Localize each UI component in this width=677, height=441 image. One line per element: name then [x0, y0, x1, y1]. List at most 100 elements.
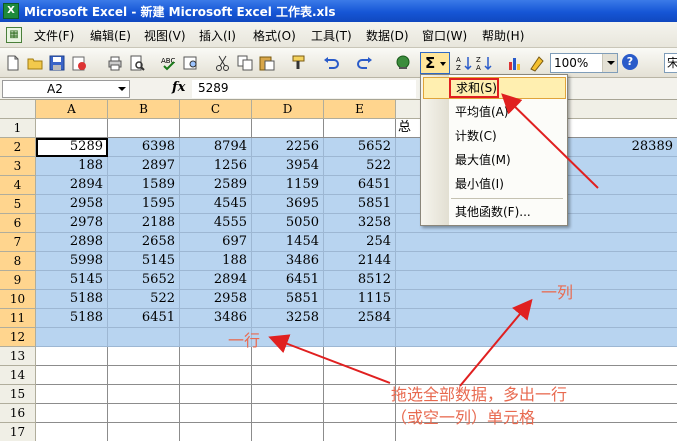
cell[interactable]: [396, 271, 677, 290]
cell[interactable]: [180, 366, 252, 385]
cell[interactable]: [324, 423, 396, 441]
active-cell[interactable]: 5289: [36, 138, 108, 157]
cell[interactable]: 8794: [180, 138, 252, 157]
permission-icon[interactable]: [70, 54, 88, 72]
hyperlink-icon[interactable]: [394, 54, 412, 72]
cell[interactable]: [180, 404, 252, 423]
cell[interactable]: [324, 347, 396, 366]
cell[interactable]: 1256: [180, 157, 252, 176]
cell[interactable]: [180, 423, 252, 441]
cell[interactable]: 5188: [36, 309, 108, 328]
cell[interactable]: 4545: [180, 195, 252, 214]
autosum-button[interactable]: Σ: [420, 52, 450, 74]
cell[interactable]: 3486: [180, 309, 252, 328]
copy-icon[interactable]: [236, 54, 254, 72]
cell[interactable]: 2144: [324, 252, 396, 271]
name-box[interactable]: A2: [2, 80, 130, 98]
cell[interactable]: [36, 385, 108, 404]
cell[interactable]: 522: [324, 157, 396, 176]
column-header[interactable]: A: [36, 100, 108, 119]
cell[interactable]: [324, 328, 396, 347]
menu-item-max[interactable]: 最大值(M): [423, 149, 566, 171]
cell[interactable]: 2894: [180, 271, 252, 290]
cell[interactable]: 188: [36, 157, 108, 176]
menu-format[interactable]: 格式(O): [253, 27, 296, 44]
cell[interactable]: [108, 328, 180, 347]
cell[interactable]: 6398: [108, 138, 180, 157]
cell[interactable]: 5145: [108, 252, 180, 271]
row-header[interactable]: 16: [0, 404, 36, 423]
row-header[interactable]: 6: [0, 214, 36, 233]
row-header[interactable]: 5: [0, 195, 36, 214]
cell[interactable]: 1159: [252, 176, 324, 195]
cell[interactable]: [252, 328, 324, 347]
cell[interactable]: [324, 366, 396, 385]
cell[interactable]: [180, 385, 252, 404]
workbook-icon[interactable]: ▦: [6, 27, 22, 43]
cell[interactable]: 2894: [36, 176, 108, 195]
cell[interactable]: 5652: [324, 138, 396, 157]
cell[interactable]: [252, 119, 324, 138]
row-header[interactable]: 8: [0, 252, 36, 271]
column-header[interactable]: C: [180, 100, 252, 119]
menu-insert[interactable]: 插入(I): [199, 27, 236, 44]
cell[interactable]: 2897: [108, 157, 180, 176]
print-preview-icon[interactable]: [128, 54, 146, 72]
cell[interactable]: [396, 347, 677, 366]
cell[interactable]: [36, 404, 108, 423]
zoom-select[interactable]: 100%: [550, 53, 618, 73]
cell[interactable]: [36, 366, 108, 385]
cell[interactable]: 5851: [252, 290, 324, 309]
cell[interactable]: 3258: [324, 214, 396, 233]
cell[interactable]: [108, 366, 180, 385]
row-header[interactable]: 10: [0, 290, 36, 309]
open-folder-icon[interactable]: [26, 54, 44, 72]
cell[interactable]: 2978: [36, 214, 108, 233]
menu-item-count[interactable]: 计数(C): [423, 125, 566, 147]
cell[interactable]: 8512: [324, 271, 396, 290]
cell[interactable]: [324, 385, 396, 404]
menu-item-more-functions[interactable]: 其他函数(F)...: [423, 201, 566, 223]
cell[interactable]: 2589: [180, 176, 252, 195]
cell[interactable]: 522: [108, 290, 180, 309]
row-header[interactable]: 11: [0, 309, 36, 328]
formula-input[interactable]: 5289: [192, 80, 416, 98]
chevron-down-icon[interactable]: [115, 81, 129, 97]
chart-wizard-icon[interactable]: [506, 54, 524, 72]
menu-edit[interactable]: 编辑(E): [90, 27, 131, 44]
row-header[interactable]: 7: [0, 233, 36, 252]
chevron-down-icon[interactable]: [440, 62, 446, 66]
menu-help[interactable]: 帮助(H): [482, 27, 524, 44]
cell[interactable]: [36, 328, 108, 347]
sort-ascending-icon[interactable]: AZ: [456, 54, 474, 72]
sort-descending-icon[interactable]: ZA: [476, 54, 494, 72]
cell[interactable]: 254: [324, 233, 396, 252]
cell[interactable]: 3486: [252, 252, 324, 271]
cell[interactable]: 3954: [252, 157, 324, 176]
cell[interactable]: 3258: [252, 309, 324, 328]
row-header[interactable]: 2: [0, 138, 36, 157]
menu-data[interactable]: 数据(D): [366, 27, 409, 44]
drawing-icon[interactable]: [528, 54, 546, 72]
row-header[interactable]: 1: [0, 119, 36, 138]
save-icon[interactable]: [48, 54, 66, 72]
research-icon[interactable]: [182, 54, 200, 72]
row-header[interactable]: 15: [0, 385, 36, 404]
paste-icon[interactable]: [258, 54, 276, 72]
print-icon[interactable]: [106, 54, 124, 72]
cell[interactable]: 2584: [324, 309, 396, 328]
spelling-icon[interactable]: ABC: [160, 54, 178, 72]
cell[interactable]: [252, 347, 324, 366]
menu-item-average[interactable]: 平均值(A): [423, 101, 566, 123]
cell[interactable]: 697: [180, 233, 252, 252]
cell[interactable]: [108, 404, 180, 423]
font-name-field[interactable]: 宋: [664, 53, 677, 73]
insert-function-icon[interactable]: fx: [172, 80, 185, 95]
cell[interactable]: [36, 347, 108, 366]
cell[interactable]: 2658: [108, 233, 180, 252]
cell[interactable]: 1115: [324, 290, 396, 309]
row-header[interactable]: 3: [0, 157, 36, 176]
cell[interactable]: 6451: [252, 271, 324, 290]
cell[interactable]: 2958: [36, 195, 108, 214]
cell[interactable]: [396, 328, 677, 347]
